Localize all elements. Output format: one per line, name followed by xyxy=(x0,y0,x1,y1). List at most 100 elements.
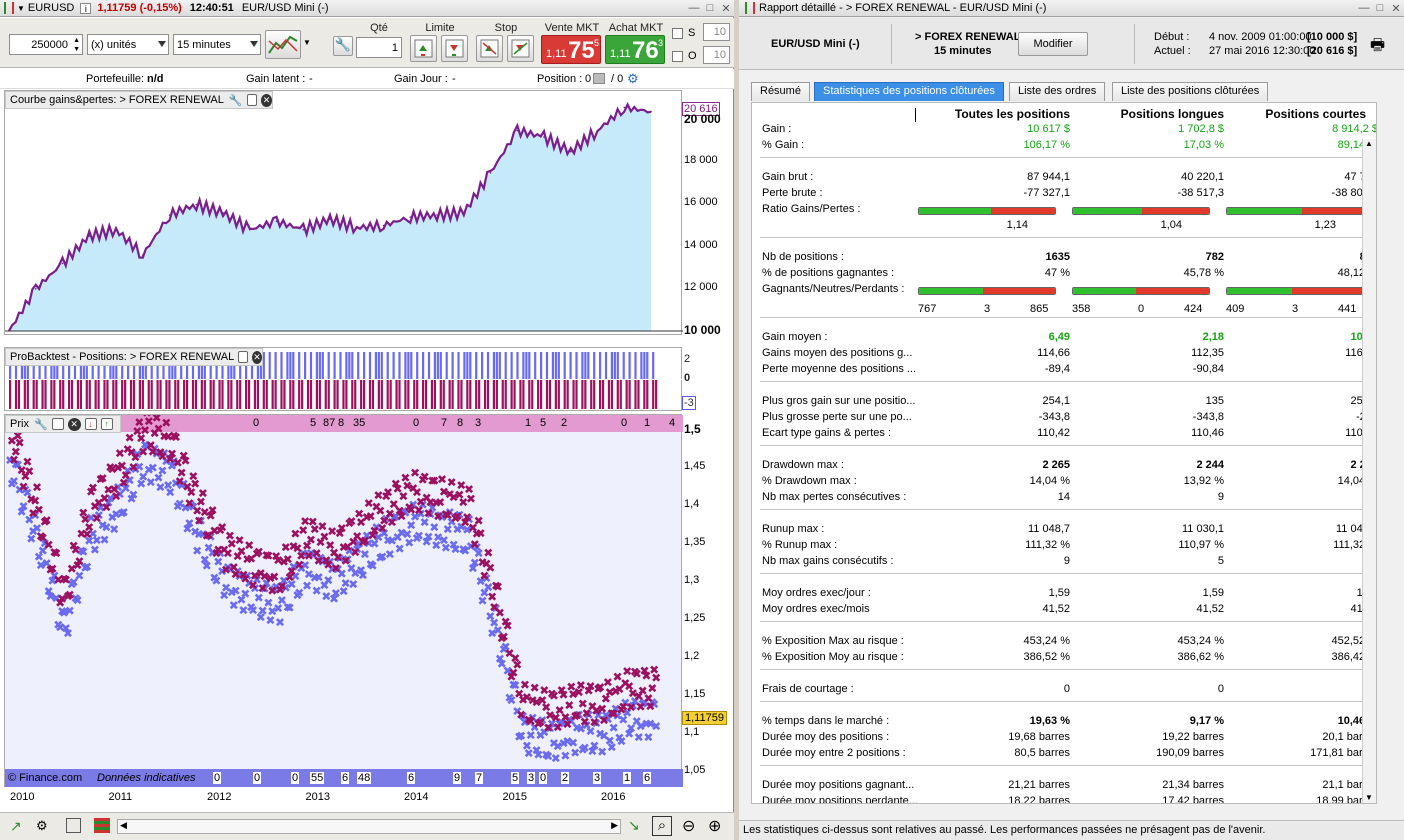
o-value-input[interactable]: 10 xyxy=(703,46,730,64)
ratio-bar-gain xyxy=(1227,208,1302,214)
stats-row: Runup max :11 048,7 11 030,1 11 048,7 xyxy=(752,523,1376,539)
long-position-bar xyxy=(327,352,330,379)
window-icon[interactable] xyxy=(51,418,64,430)
order-qty-input[interactable]: 1 xyxy=(356,37,402,58)
target-checkbox[interactable] xyxy=(672,51,683,62)
chart-style-dropdown-icon[interactable]: ▼ xyxy=(303,38,311,47)
minimize-icon[interactable]: — xyxy=(686,2,702,14)
long-position-bar xyxy=(569,352,572,379)
buy-market-button[interactable]: 1,11 76 3 xyxy=(605,35,665,64)
limit-label: Limite xyxy=(425,22,455,34)
close-icon[interactable]: ✕ xyxy=(67,417,81,431)
chart-style-icon[interactable] xyxy=(265,30,301,59)
stats-value: 1,59 xyxy=(1048,587,1070,599)
bars-icon[interactable] xyxy=(94,818,110,833)
tab-closed-stats[interactable]: Statistiques des positions clôturées xyxy=(814,82,1004,101)
buy-arrow-icon[interactable]: ↑ xyxy=(100,418,113,430)
stats-row: Perte brute : -77 327,1 -38 517,3 -38 809,8 xyxy=(752,187,1376,203)
stats-value: 5 xyxy=(1217,555,1224,567)
stop-checkbox[interactable] xyxy=(672,28,683,39)
scroll-left-icon[interactable]: ◀ xyxy=(120,820,127,831)
scroll-down-icon[interactable]: ▼ xyxy=(1365,793,1373,802)
short-trade-mark: ✖ xyxy=(198,487,208,501)
zoom-in-icon[interactable]: ⊕ xyxy=(708,816,721,836)
chart-list-icon[interactable] xyxy=(66,818,81,833)
o-label: O xyxy=(688,50,697,62)
close-icon[interactable]: ✕ xyxy=(251,350,262,364)
stats-label: Gain moyen : xyxy=(762,331,828,343)
long-position-bar xyxy=(439,352,442,379)
stats-label: % Runup max : xyxy=(762,539,838,551)
autoscroll-icon[interactable]: ↘ xyxy=(628,817,640,834)
close-icon[interactable]: ✕ xyxy=(1388,2,1404,15)
long-position-bar xyxy=(280,352,283,379)
bottom-band-label: 9 xyxy=(453,772,462,784)
wrench-icon[interactable]: 🔧 xyxy=(34,418,48,431)
dropdown-arrow-icon[interactable]: ▼ xyxy=(17,4,25,13)
short-position-bar xyxy=(186,380,189,409)
long-position-bar xyxy=(540,352,543,379)
zoom-out-icon[interactable]: ⊖ xyxy=(682,816,695,836)
quantity-stepper[interactable]: 250000 ▲ ▼ xyxy=(9,34,83,55)
stats-label: Nb max gains consécutifs : xyxy=(762,555,894,567)
wrench-icon[interactable]: 🔧 xyxy=(333,36,353,56)
limit-sell-icon[interactable] xyxy=(441,35,468,62)
timeframe-select[interactable]: 15 minutes xyxy=(173,34,261,55)
stats-label: % Exposition Moy au risque : xyxy=(762,651,904,663)
vertical-scrollbar[interactable]: ▲ ▼ xyxy=(1362,139,1376,803)
short-position-bar xyxy=(292,380,295,409)
short-trade-mark: ✖ xyxy=(208,503,218,517)
stats-row: 1,14 1,04 1,23 xyxy=(752,219,1376,235)
info-icon[interactable]: i xyxy=(80,2,92,14)
position-detail-icon[interactable] xyxy=(593,73,605,84)
top-band-label: 1 xyxy=(644,417,651,429)
report-footer: Les statistiques ci-dessus sont relative… xyxy=(739,820,1404,840)
sell-arrow-icon[interactable]: ↓ xyxy=(84,418,97,430)
stats-row: Gains moyen des positions g... 114,66 112,… xyxy=(752,347,1376,363)
tab-closed-positions[interactable]: Liste des positions clôturées xyxy=(1112,82,1269,101)
maximize-icon[interactable]: □ xyxy=(1372,2,1388,14)
stepper-arrows-icon[interactable]: ▲ ▼ xyxy=(73,36,80,54)
zoom-area-icon[interactable]: ⌕ xyxy=(652,816,672,836)
stats-row: % Exposition Max au risque : 453,24 % 453,… xyxy=(752,635,1376,651)
equity-y-tick: 12 000 xyxy=(684,280,718,293)
equity-point xyxy=(650,110,652,113)
indicator-settings-icon[interactable]: ⚙ xyxy=(36,818,48,834)
limit-buy-icon[interactable] xyxy=(410,35,437,62)
minimize-icon[interactable]: — xyxy=(1356,2,1372,14)
stats-value: 17,03 % xyxy=(1183,139,1224,151)
close-icon[interactable]: ✕ xyxy=(718,2,734,15)
tab-orders[interactable]: Liste des ordres xyxy=(1009,82,1106,101)
sell-market-button[interactable]: 1,11 75 5 xyxy=(541,35,601,64)
short-position-bar xyxy=(495,380,498,409)
stop-buy-icon[interactable] xyxy=(476,35,503,62)
scroll-up-icon[interactable]: ▲ xyxy=(1365,139,1373,148)
short-position-bar xyxy=(584,380,587,409)
unit-select[interactable]: (x) unités xyxy=(87,34,169,55)
gear-icon[interactable]: ⚙ xyxy=(627,71,639,87)
short-position-bar xyxy=(50,380,53,409)
price-y-tick: 1,05 xyxy=(684,763,706,776)
add-indicator-icon[interactable]: ↗ xyxy=(10,818,22,835)
tab-summary[interactable]: Résumé xyxy=(751,82,810,101)
stats-value: 41,52 xyxy=(1042,603,1070,615)
long-position-bar xyxy=(262,352,265,379)
stats-row: % Drawdown max :14,04 % 13,92 % 14,04 % xyxy=(752,475,1376,491)
stats-value: 41,52 xyxy=(1196,603,1224,615)
stats-value: 1 702,8 $ xyxy=(1178,123,1224,135)
short-position-bar xyxy=(616,380,619,409)
window-icon[interactable] xyxy=(238,351,248,363)
short-trade-mark: ✖ xyxy=(92,512,102,526)
equity-point xyxy=(596,129,599,132)
stats-label: % Drawdown max : xyxy=(762,475,857,487)
stop-sell-icon[interactable] xyxy=(507,35,534,62)
maximize-icon[interactable]: □ xyxy=(702,2,718,14)
print-icon[interactable]: 🖶 xyxy=(1370,34,1385,61)
short-position-bar xyxy=(360,380,363,409)
s-value-input[interactable]: 10 xyxy=(703,23,730,41)
scroll-right-icon[interactable]: ▶ xyxy=(611,820,618,831)
horizontal-scrollbar[interactable]: ◀ ▶ xyxy=(117,819,621,834)
long-position-bar xyxy=(622,352,625,379)
modify-button[interactable]: Modifier xyxy=(1018,32,1088,56)
price-y-tick: 1,1 xyxy=(684,725,700,738)
